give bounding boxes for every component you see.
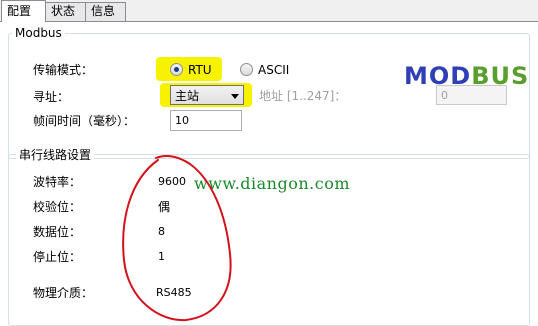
transfer-mode-label: 传输模式：	[33, 63, 94, 77]
address-select-value: 主站	[175, 89, 200, 103]
tab-config[interactable]: 配置	[1, 0, 46, 22]
address-select[interactable]: 主站	[170, 85, 244, 105]
ascii-radio[interactable]	[240, 63, 253, 76]
parity-label: 校验位：	[33, 200, 82, 214]
slave-address-label: 地址 [1..247]：	[259, 89, 347, 103]
tab-strip: 配置 状态 信息	[0, 0, 538, 22]
databits-label: 数据位：	[33, 225, 82, 239]
slave-address-input[interactable]: 0	[436, 85, 507, 105]
tab-info[interactable]: 信息	[85, 2, 126, 21]
frame-gap-label: 帧间时间（毫秒）：	[33, 114, 136, 128]
medium-label: 物理介质：	[33, 286, 94, 300]
config-panel: Modbus 传输模式： RTU ASCII MODBUS 寻址： 主站 地址 …	[0, 21, 538, 326]
tab-status[interactable]: 状态	[45, 2, 86, 21]
chevron-down-icon	[231, 94, 239, 99]
rtu-label[interactable]: RTU	[188, 62, 212, 78]
address-label: 寻址：	[33, 90, 70, 104]
stopbits-label: 停止位：	[33, 250, 82, 264]
frame-gap-input[interactable]: 10	[170, 110, 242, 131]
rtu-radio[interactable]	[170, 63, 183, 76]
serial-group-title: 串行线路设置	[16, 148, 95, 162]
ascii-label[interactable]: ASCII	[258, 62, 289, 78]
annotation-circle	[122, 155, 232, 322]
modbus-group-title: Modbus	[12, 26, 65, 40]
baud-label: 波特率：	[33, 175, 82, 189]
